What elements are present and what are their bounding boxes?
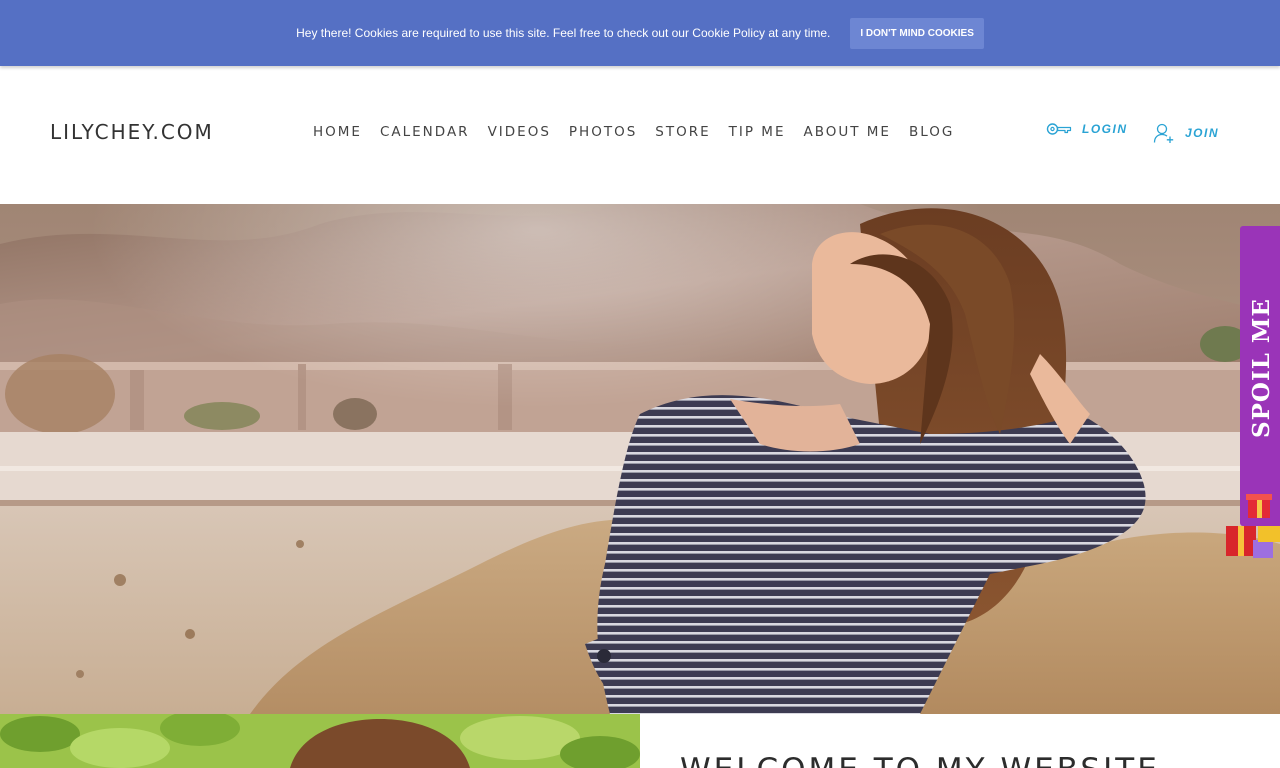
main-nav: HOME CALENDAR VIDEOS PHOTOS STORE TIP ME… xyxy=(313,124,972,140)
join-label: JOIN xyxy=(1185,126,1220,140)
spoil-me-tab[interactable]: SPOIL ME xyxy=(1240,226,1280,526)
add-user-icon xyxy=(1153,123,1174,143)
nav-store[interactable]: STORE xyxy=(655,124,710,140)
login-button[interactable]: LOGIN xyxy=(1046,122,1128,136)
nav-blog[interactable]: BLOG xyxy=(909,124,954,140)
site-logo[interactable]: LILYCHEY.COM xyxy=(50,120,214,144)
cookie-message: Hey there! Cookies are required to use t… xyxy=(296,26,831,40)
welcome-photo xyxy=(0,714,640,768)
site-header: LILYCHEY.COM HOME CALENDAR VIDEOS PHOTOS… xyxy=(0,66,1280,204)
join-button[interactable]: JOIN xyxy=(1153,122,1219,144)
gift-icon xyxy=(1246,494,1272,518)
nav-home[interactable]: HOME xyxy=(313,124,362,140)
cookie-banner: Hey there! Cookies are required to use t… xyxy=(0,0,1280,66)
spoil-me-label: SPOIL ME xyxy=(1248,298,1275,438)
accept-cookies-button[interactable]: I DON'T MIND COOKIES xyxy=(850,17,984,49)
nav-tip-me[interactable]: TIP ME xyxy=(729,124,786,140)
nav-calendar[interactable]: CALENDAR xyxy=(380,124,470,140)
nav-photos[interactable]: PHOTOS xyxy=(569,124,637,140)
key-icon xyxy=(1046,123,1072,135)
nav-videos[interactable]: VIDEOS xyxy=(488,124,551,140)
nav-about-me[interactable]: ABOUT ME xyxy=(803,124,890,140)
hero-image xyxy=(0,204,1280,714)
welcome-heading: WELCOME TO MY WEBSITE xyxy=(680,752,1160,768)
login-label: LOGIN xyxy=(1082,122,1128,136)
